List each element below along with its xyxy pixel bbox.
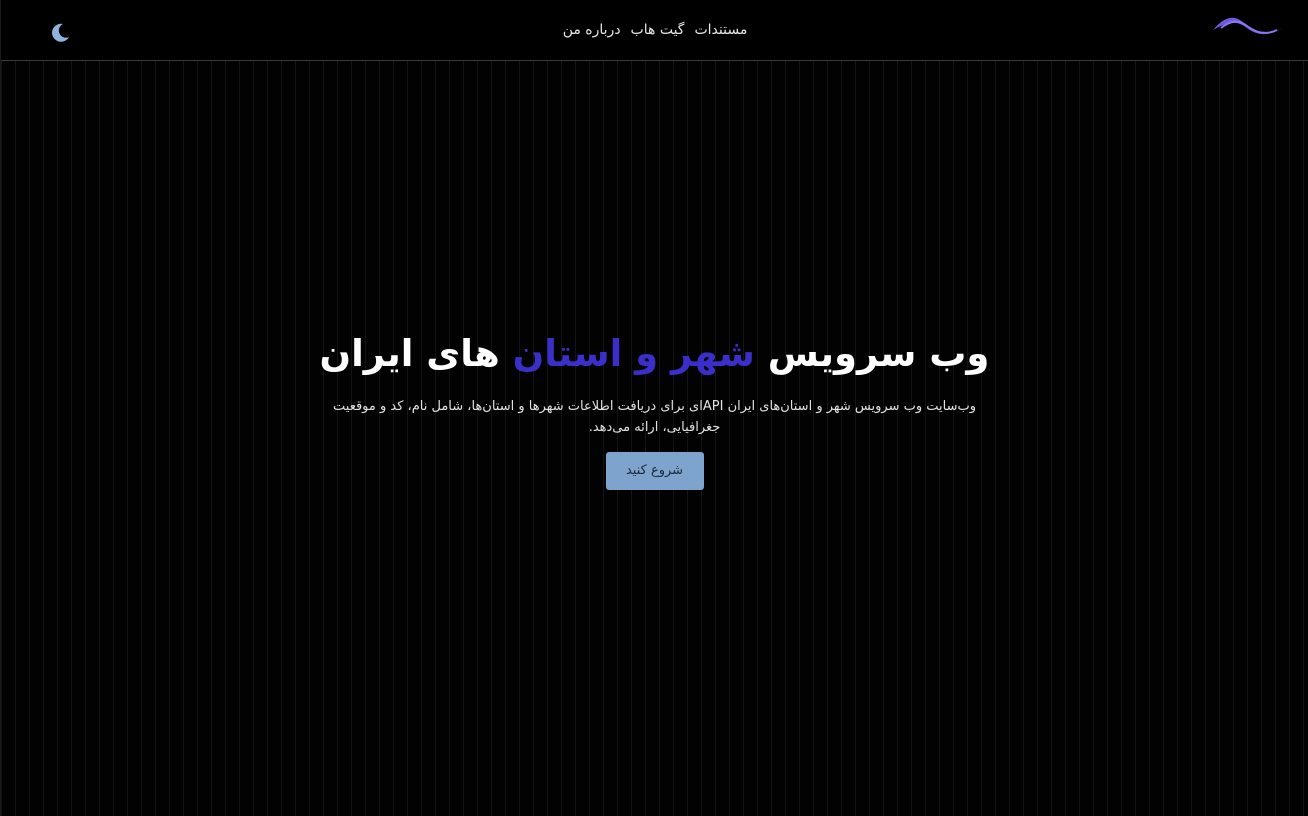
nav-link-about[interactable]: درباره من [563, 22, 621, 38]
hero-section: وب سرویس شهر و استان های ایران وب‌سایت و… [1, 330, 1308, 490]
get-started-button[interactable]: شروع کنید [605, 452, 704, 490]
nav-link-github[interactable]: گیت هاب [631, 22, 685, 38]
nav-links: مستندات گیت هاب درباره من [1, 22, 1308, 38]
hero-title-part1: وب سرویس [767, 332, 990, 375]
navbar: مستندات گیت هاب درباره من [1, 0, 1308, 61]
moon-icon[interactable] [49, 22, 71, 44]
hero-description: وب‌سایت وب سرویس شهر و استان‌های ایران A… [333, 399, 976, 435]
page: مستندات گیت هاب درباره من وب سرویس شهر و… [0, 0, 1308, 816]
hero-title: وب سرویس شهر و استان های ایران [1, 330, 1308, 378]
hero-title-accent: شهر و استان [512, 332, 755, 375]
hero-title-part2: های ایران [319, 332, 500, 375]
nav-link-docs[interactable]: مستندات [694, 22, 747, 38]
